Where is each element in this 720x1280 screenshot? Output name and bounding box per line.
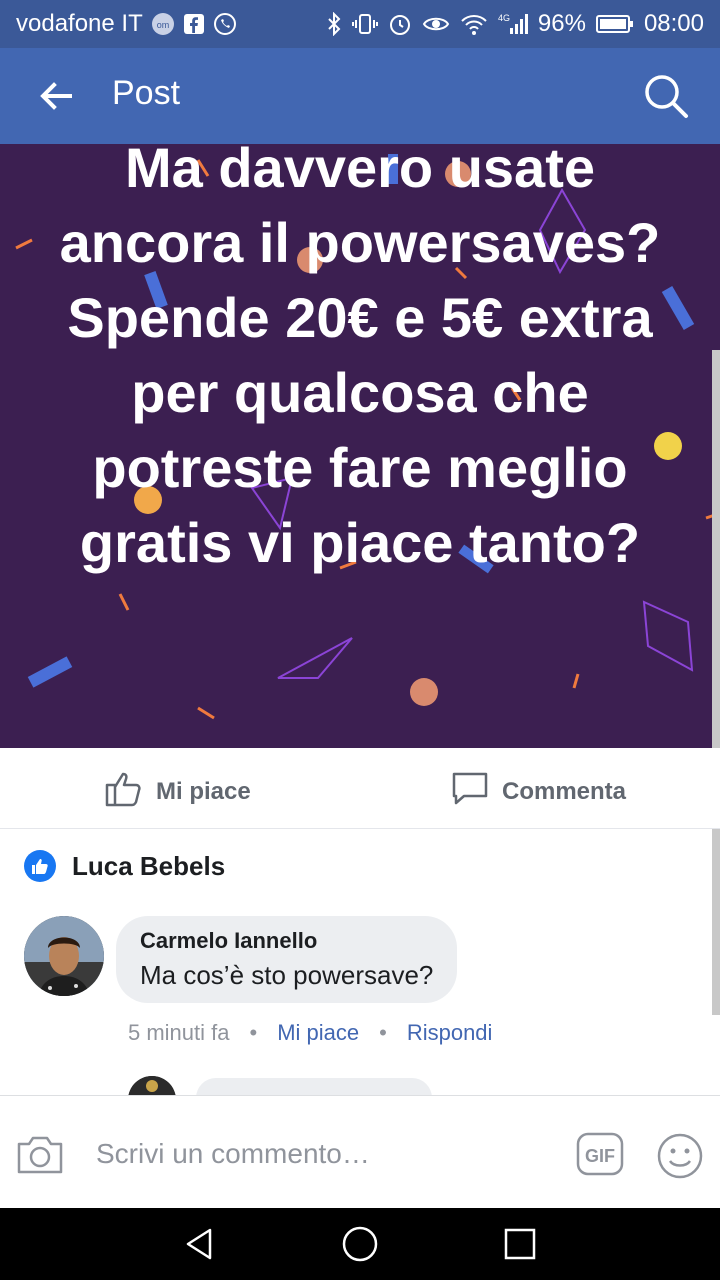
- thumbs-up-icon: [104, 768, 144, 815]
- whatsapp-notification-icon: [213, 12, 237, 36]
- like-button[interactable]: Mi piace: [104, 768, 251, 815]
- gif-icon[interactable]: GIF: [576, 1132, 624, 1181]
- signal-icon: 4G: [498, 12, 528, 36]
- post-actions: Mi piace Commenta: [0, 748, 720, 829]
- vodafone-badge-icon: om: [151, 12, 175, 36]
- comment-author[interactable]: Carmelo Iannello: [140, 928, 433, 954]
- comment-bubble-icon: [450, 768, 490, 815]
- gif-label: GIF: [585, 1146, 615, 1166]
- comment-like-link[interactable]: Mi piace: [277, 1020, 359, 1046]
- page-title: Post: [112, 74, 181, 112]
- battery-icon: [595, 14, 634, 34]
- separator-dot: •: [379, 1020, 387, 1045]
- vibrate-icon: [351, 12, 378, 36]
- likes-summary[interactable]: Luca Bebels: [24, 850, 225, 882]
- eye-comfort-icon: [422, 12, 450, 36]
- bluetooth-icon: [326, 12, 342, 36]
- nav-back-icon[interactable]: [180, 1224, 220, 1264]
- camera-icon[interactable]: [16, 1132, 64, 1181]
- comment-bubble[interactable]: Carmelo Iannello Ma cos’è sto powersave?: [116, 916, 458, 1003]
- comment-label: Commenta: [502, 777, 627, 805]
- scrollbar[interactable]: [712, 350, 720, 1015]
- alarm-icon: [388, 12, 412, 36]
- separator-dot: •: [249, 1020, 258, 1045]
- emoji-icon[interactable]: [656, 1132, 704, 1185]
- comment-time: 5 minuti fa: [128, 1020, 230, 1045]
- search-icon[interactable]: [642, 72, 690, 120]
- like-reaction-icon: [24, 850, 56, 882]
- wifi-icon: [460, 12, 488, 36]
- post-text: Ma davvero usate ancora il powersaves? S…: [59, 144, 661, 574]
- comment-reply-link[interactable]: Rispondi: [407, 1020, 493, 1046]
- svg-text:om: om: [156, 20, 169, 30]
- comment-text: Ma cos’è sto powersave?: [140, 960, 434, 990]
- status-bar: vodafone IT om 4G 96% 08:00: [0, 0, 720, 48]
- facebook-notification-icon: [183, 13, 205, 35]
- comment-composer: Scrivi un commento… GIF: [0, 1095, 720, 1208]
- avatar[interactable]: [24, 916, 104, 996]
- back-arrow-icon[interactable]: [36, 76, 76, 116]
- comment-button[interactable]: Commenta: [450, 768, 626, 815]
- post-background: Ma davvero usate ancora il powersaves? S…: [0, 144, 720, 748]
- comment-meta: 5 minuti fa • Mi piace • Rispondi: [128, 1020, 492, 1046]
- nav-recents-icon[interactable]: [500, 1224, 540, 1264]
- clock: 08:00: [643, 10, 704, 37]
- app-bar: Post: [0, 48, 720, 144]
- carrier-label: vodafone IT: [16, 10, 143, 37]
- battery-percent: 96%: [537, 10, 586, 37]
- like-label: Mi piace: [156, 777, 251, 805]
- system-navigation-bar: [0, 1208, 720, 1280]
- nav-home-icon[interactable]: [340, 1224, 380, 1264]
- network-type-label: 4G: [498, 13, 510, 23]
- comment-input[interactable]: Scrivi un commento…: [96, 1138, 370, 1170]
- liker-name: Luca Bebels: [72, 850, 226, 881]
